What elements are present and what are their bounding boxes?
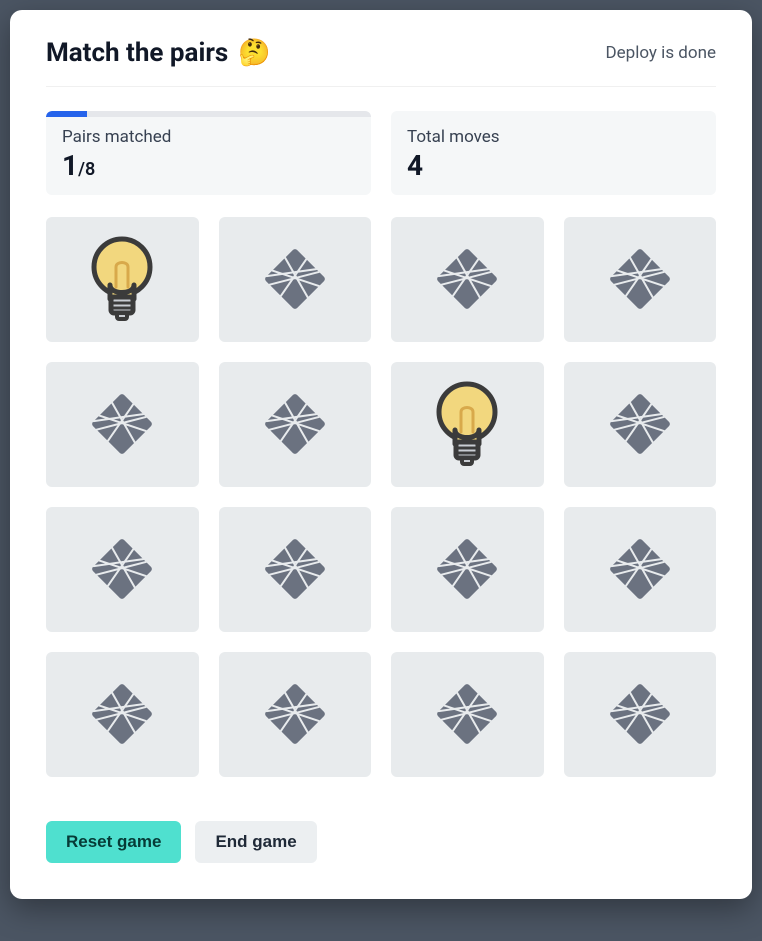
- card-back-icon: [436, 248, 498, 310]
- memory-card[interactable]: [391, 652, 544, 777]
- card-back-icon: [264, 683, 326, 745]
- title-group: Match the pairs 🤔: [46, 38, 271, 68]
- memory-card[interactable]: [219, 362, 372, 487]
- card-back-icon: [436, 538, 498, 600]
- game-board: [46, 217, 716, 777]
- stats-row: Pairs matched 1/8 Total moves 4: [46, 111, 716, 195]
- game-modal: Match the pairs 🤔 Deploy is done Pairs m…: [10, 10, 752, 899]
- card-back-icon: [91, 393, 153, 455]
- lightbulb-icon: [432, 380, 502, 468]
- total-moves-label: Total moves: [407, 127, 700, 147]
- card-back-icon: [264, 393, 326, 455]
- card-back-icon: [264, 538, 326, 600]
- progress-fill: [46, 111, 87, 117]
- card-back-icon: [609, 538, 671, 600]
- memory-card[interactable]: [564, 507, 717, 632]
- lightbulb-icon: [87, 235, 157, 323]
- card-back-icon: [91, 683, 153, 745]
- memory-card[interactable]: [46, 652, 199, 777]
- modal-header: Match the pairs 🤔 Deploy is done: [46, 38, 716, 87]
- memory-card[interactable]: [46, 507, 199, 632]
- reset-game-button[interactable]: Reset game: [46, 821, 181, 863]
- end-game-button[interactable]: End game: [195, 821, 316, 863]
- progress-bar: [46, 111, 371, 117]
- memory-card[interactable]: [219, 217, 372, 342]
- total-moves-value: 4: [407, 149, 700, 183]
- total-moves-card: Total moves 4: [391, 111, 716, 195]
- card-back-icon: [91, 538, 153, 600]
- card-back-icon: [609, 683, 671, 745]
- memory-card[interactable]: [46, 362, 199, 487]
- pairs-matched-label: Pairs matched: [62, 127, 355, 147]
- memory-card[interactable]: [564, 652, 717, 777]
- page-title: Match the pairs: [46, 38, 228, 68]
- memory-card[interactable]: [391, 362, 544, 487]
- pairs-matched-count: 1: [62, 149, 78, 182]
- card-back-icon: [609, 248, 671, 310]
- modal-footer: Reset game End game: [46, 821, 716, 863]
- memory-card[interactable]: [219, 652, 372, 777]
- pairs-matched-card: Pairs matched 1/8: [46, 111, 371, 195]
- memory-card[interactable]: [564, 217, 717, 342]
- pairs-total: /8: [78, 159, 95, 180]
- deploy-status: Deploy is done: [606, 43, 717, 63]
- memory-card[interactable]: [391, 507, 544, 632]
- card-back-icon: [609, 393, 671, 455]
- memory-card[interactable]: [391, 217, 544, 342]
- card-back-icon: [264, 248, 326, 310]
- pairs-matched-value: 1/8: [62, 149, 355, 183]
- memory-card[interactable]: [564, 362, 717, 487]
- memory-card[interactable]: [46, 217, 199, 342]
- thinking-emoji-icon: 🤔: [238, 40, 270, 66]
- card-back-icon: [436, 683, 498, 745]
- memory-card[interactable]: [219, 507, 372, 632]
